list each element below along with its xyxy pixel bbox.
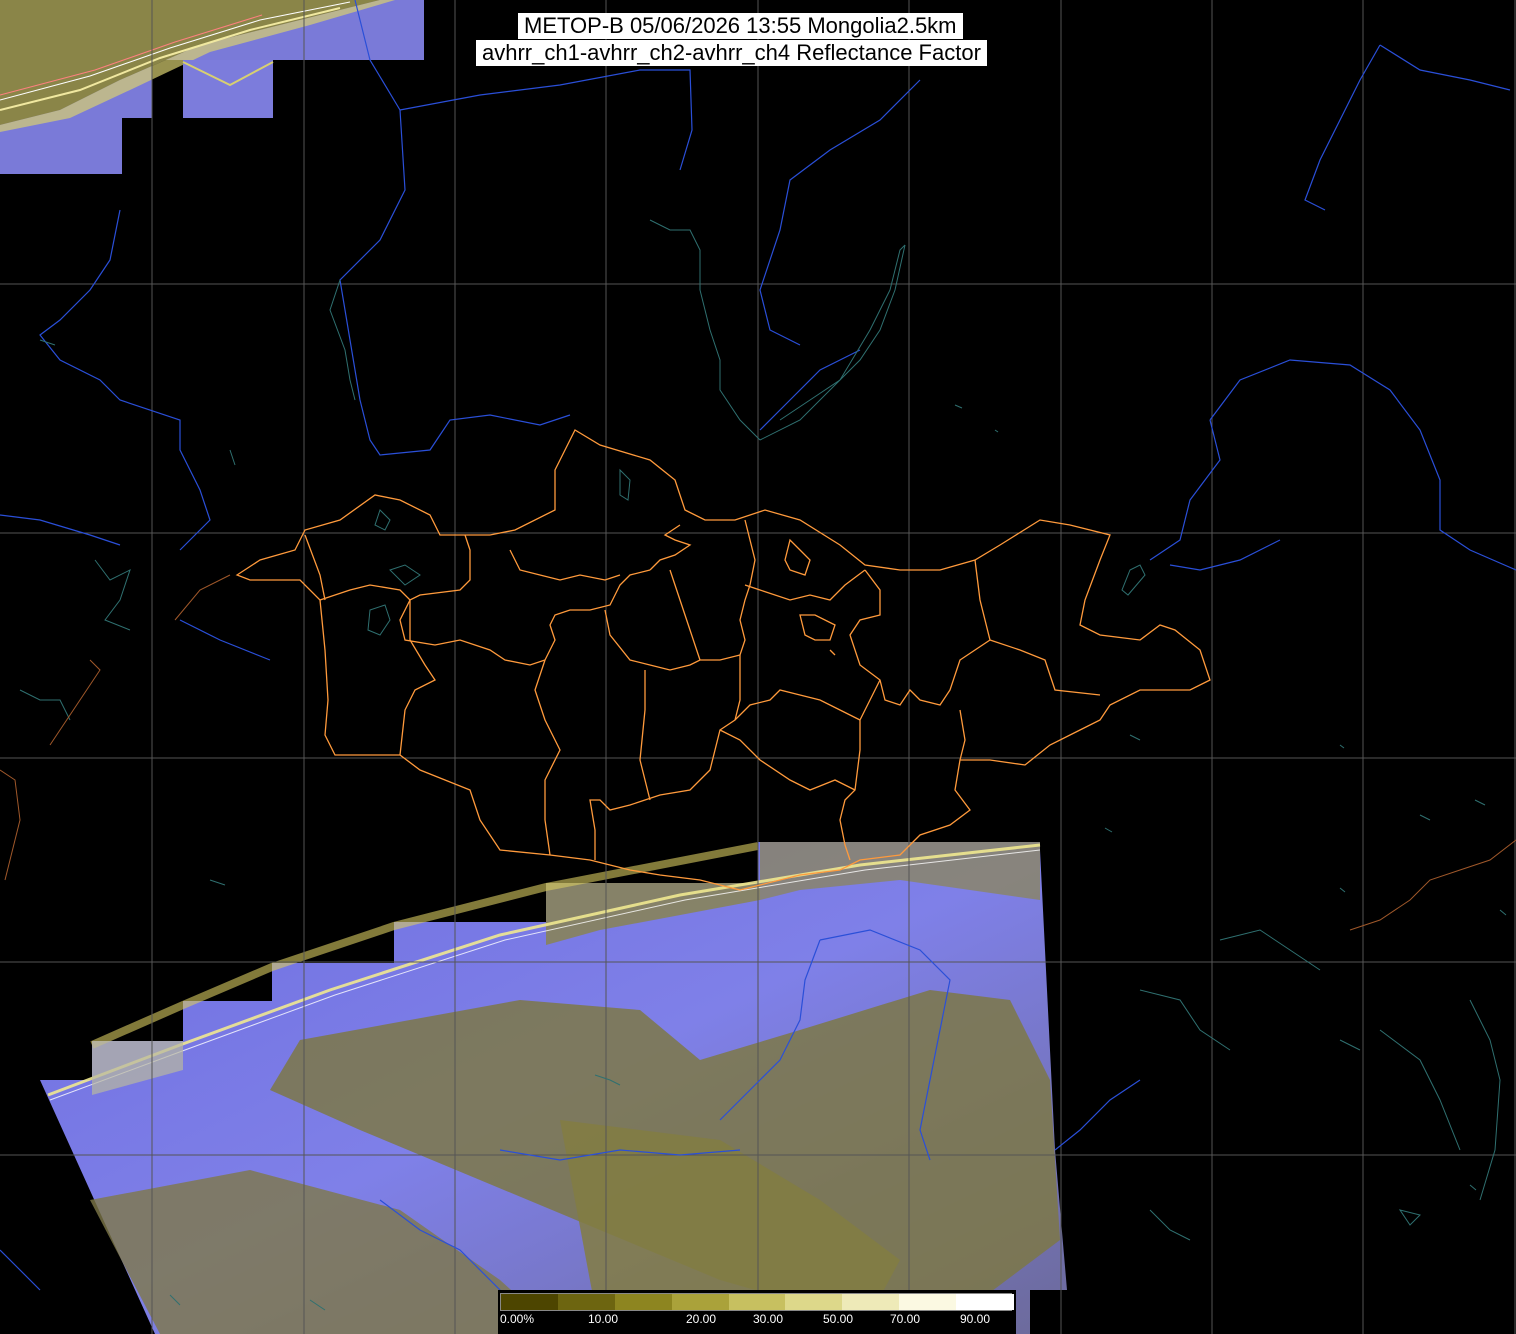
colorbar-label: 90.00 <box>960 1312 991 1326</box>
colorbar-segment <box>671 1294 730 1310</box>
colorbar-label: 30.00 <box>753 1312 784 1326</box>
colorbar-segment <box>785 1294 844 1310</box>
map-title-line1: METOP-B 05/06/2026 13:55 Mongolia2.5km <box>518 13 963 39</box>
colorbar-legend: 0.00% 10.00 20.00 30.00 50.00 70.00 90.00 <box>498 1290 1016 1334</box>
colorbar-segment <box>614 1294 673 1310</box>
colorbar-segment <box>956 1294 1014 1310</box>
colorbar-segment <box>728 1294 787 1310</box>
colorbar-label: 70.00 <box>890 1312 921 1326</box>
colorbar-gradient <box>500 1293 1014 1311</box>
colorbar-segment <box>899 1294 958 1310</box>
colorbar-segment <box>842 1294 901 1310</box>
satellite-map <box>0 0 1516 1334</box>
colorbar-segment <box>501 1294 559 1310</box>
map-title-line2: avhrr_ch1-avhrr_ch2-avhrr_ch4 Reflectanc… <box>476 40 987 66</box>
colorbar-label: 20.00 <box>686 1312 717 1326</box>
colorbar-segment <box>557 1294 616 1310</box>
colorbar-label: 10.00 <box>588 1312 619 1326</box>
colorbar-label: 50.00 <box>823 1312 854 1326</box>
colorbar-label: 0.00% <box>500 1312 535 1326</box>
